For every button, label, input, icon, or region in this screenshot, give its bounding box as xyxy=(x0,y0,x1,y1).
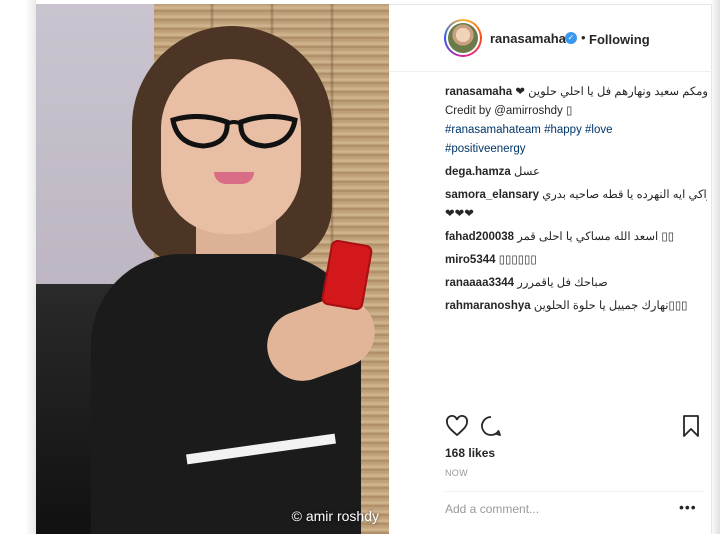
following-button[interactable]: Following xyxy=(589,32,650,47)
likes-count[interactable]: 168 likes xyxy=(445,446,495,460)
comment-row-continued: ❤❤❤ xyxy=(445,206,707,223)
comment-icon[interactable] xyxy=(479,414,503,438)
photo-smile xyxy=(214,172,254,184)
caption-hashtags[interactable]: #ranasamahateam #happy #love xyxy=(445,124,613,136)
separator-dot: • xyxy=(581,30,586,45)
post-timestamp: NOW xyxy=(445,468,468,478)
caption-line-3: #ranasamahateam #happy #love xyxy=(445,122,707,139)
comment-text: صباحك فل ياقمررر xyxy=(514,277,608,289)
photo-shirt xyxy=(91,254,361,534)
divider xyxy=(445,491,703,492)
page-gutter-left xyxy=(0,0,36,534)
post-photo[interactable]: © amir roshdy xyxy=(36,4,389,534)
comment-text: نهارك جمييل يا حلوة الحلوين▯▯▯ xyxy=(530,300,688,312)
comment-username[interactable]: ranasamaha xyxy=(445,86,512,98)
comment-text: عسل xyxy=(510,166,540,178)
comment-username[interactable]: fahad200038 xyxy=(445,231,514,243)
comment-username[interactable]: samora_elansary xyxy=(445,189,539,201)
caption-credit[interactable]: Credit by @amirroshdy ▯ xyxy=(445,105,572,117)
comment-username[interactable]: miro5344 xyxy=(445,254,496,266)
avatar-ring xyxy=(446,21,480,55)
heart-icon[interactable] xyxy=(445,414,469,438)
comment-username[interactable]: ranaaaa3344 xyxy=(445,277,514,289)
caption-hashtags[interactable]: #positiveenergy xyxy=(445,143,526,155)
add-comment-input[interactable]: Add a comment... xyxy=(445,502,539,516)
comment-username[interactable]: dega.hamza xyxy=(445,166,511,178)
comment-row: dega.hamza عسل xyxy=(445,164,707,181)
bookmark-icon[interactable] xyxy=(681,414,701,438)
avatar-image xyxy=(448,23,478,53)
comment-text: اسعد الله مساكي يا احلى قمر ▯▯ xyxy=(514,231,675,243)
comment-text: ▯▯▯▯▯▯ xyxy=(495,254,537,266)
caption-line-1: ranasamaha ❤ يومكم سعيد ونهارهم فل يا اح… xyxy=(445,84,707,101)
action-bar xyxy=(445,414,701,440)
avatar[interactable] xyxy=(444,19,482,57)
post-side-panel: ranasamaha ✓ • Following ranasamaha ❤ يو… xyxy=(389,4,712,534)
post-header: ranasamaha ✓ • Following xyxy=(389,4,712,72)
caption-line-2: Credit by @amirroshdy ▯ xyxy=(445,103,707,120)
comments-list: ranasamaha ❤ يومكم سعيد ونهارهم فل يا اح… xyxy=(445,84,707,317)
comment-text: ❤ يومكم سعيد ونهارهم فل يا احلي حلوين xyxy=(512,86,707,98)
comment-row: fahad200038 اسعد الله مساكي يا احلى قمر … xyxy=(445,229,707,246)
comment-text: ❤❤❤ xyxy=(445,208,474,220)
comment-text: وراكي ايه النهرده يا قطه صاحيه بدري xyxy=(538,189,707,201)
verified-icon: ✓ xyxy=(565,32,577,44)
more-options-icon[interactable]: ••• xyxy=(679,499,697,515)
photo-watermark: © amir roshdy xyxy=(291,508,379,524)
comment-row: ranaaaa3344 صباحك فل ياقمررر xyxy=(445,275,707,292)
caption-line-4: #positiveenergy xyxy=(445,141,707,158)
comment-row: miro5344 ▯▯▯▯▯▯ xyxy=(445,252,707,269)
username-link[interactable]: ranasamaha xyxy=(490,31,566,46)
comment-username[interactable]: rahmaranoshya xyxy=(445,300,531,312)
photo-glasses xyxy=(170,114,298,149)
comment-row: samora_elansary وراكي ايه النهرده يا قطه… xyxy=(445,187,707,204)
comment-row: rahmaranoshya نهارك جمييل يا حلوة الحلوي… xyxy=(445,298,707,315)
